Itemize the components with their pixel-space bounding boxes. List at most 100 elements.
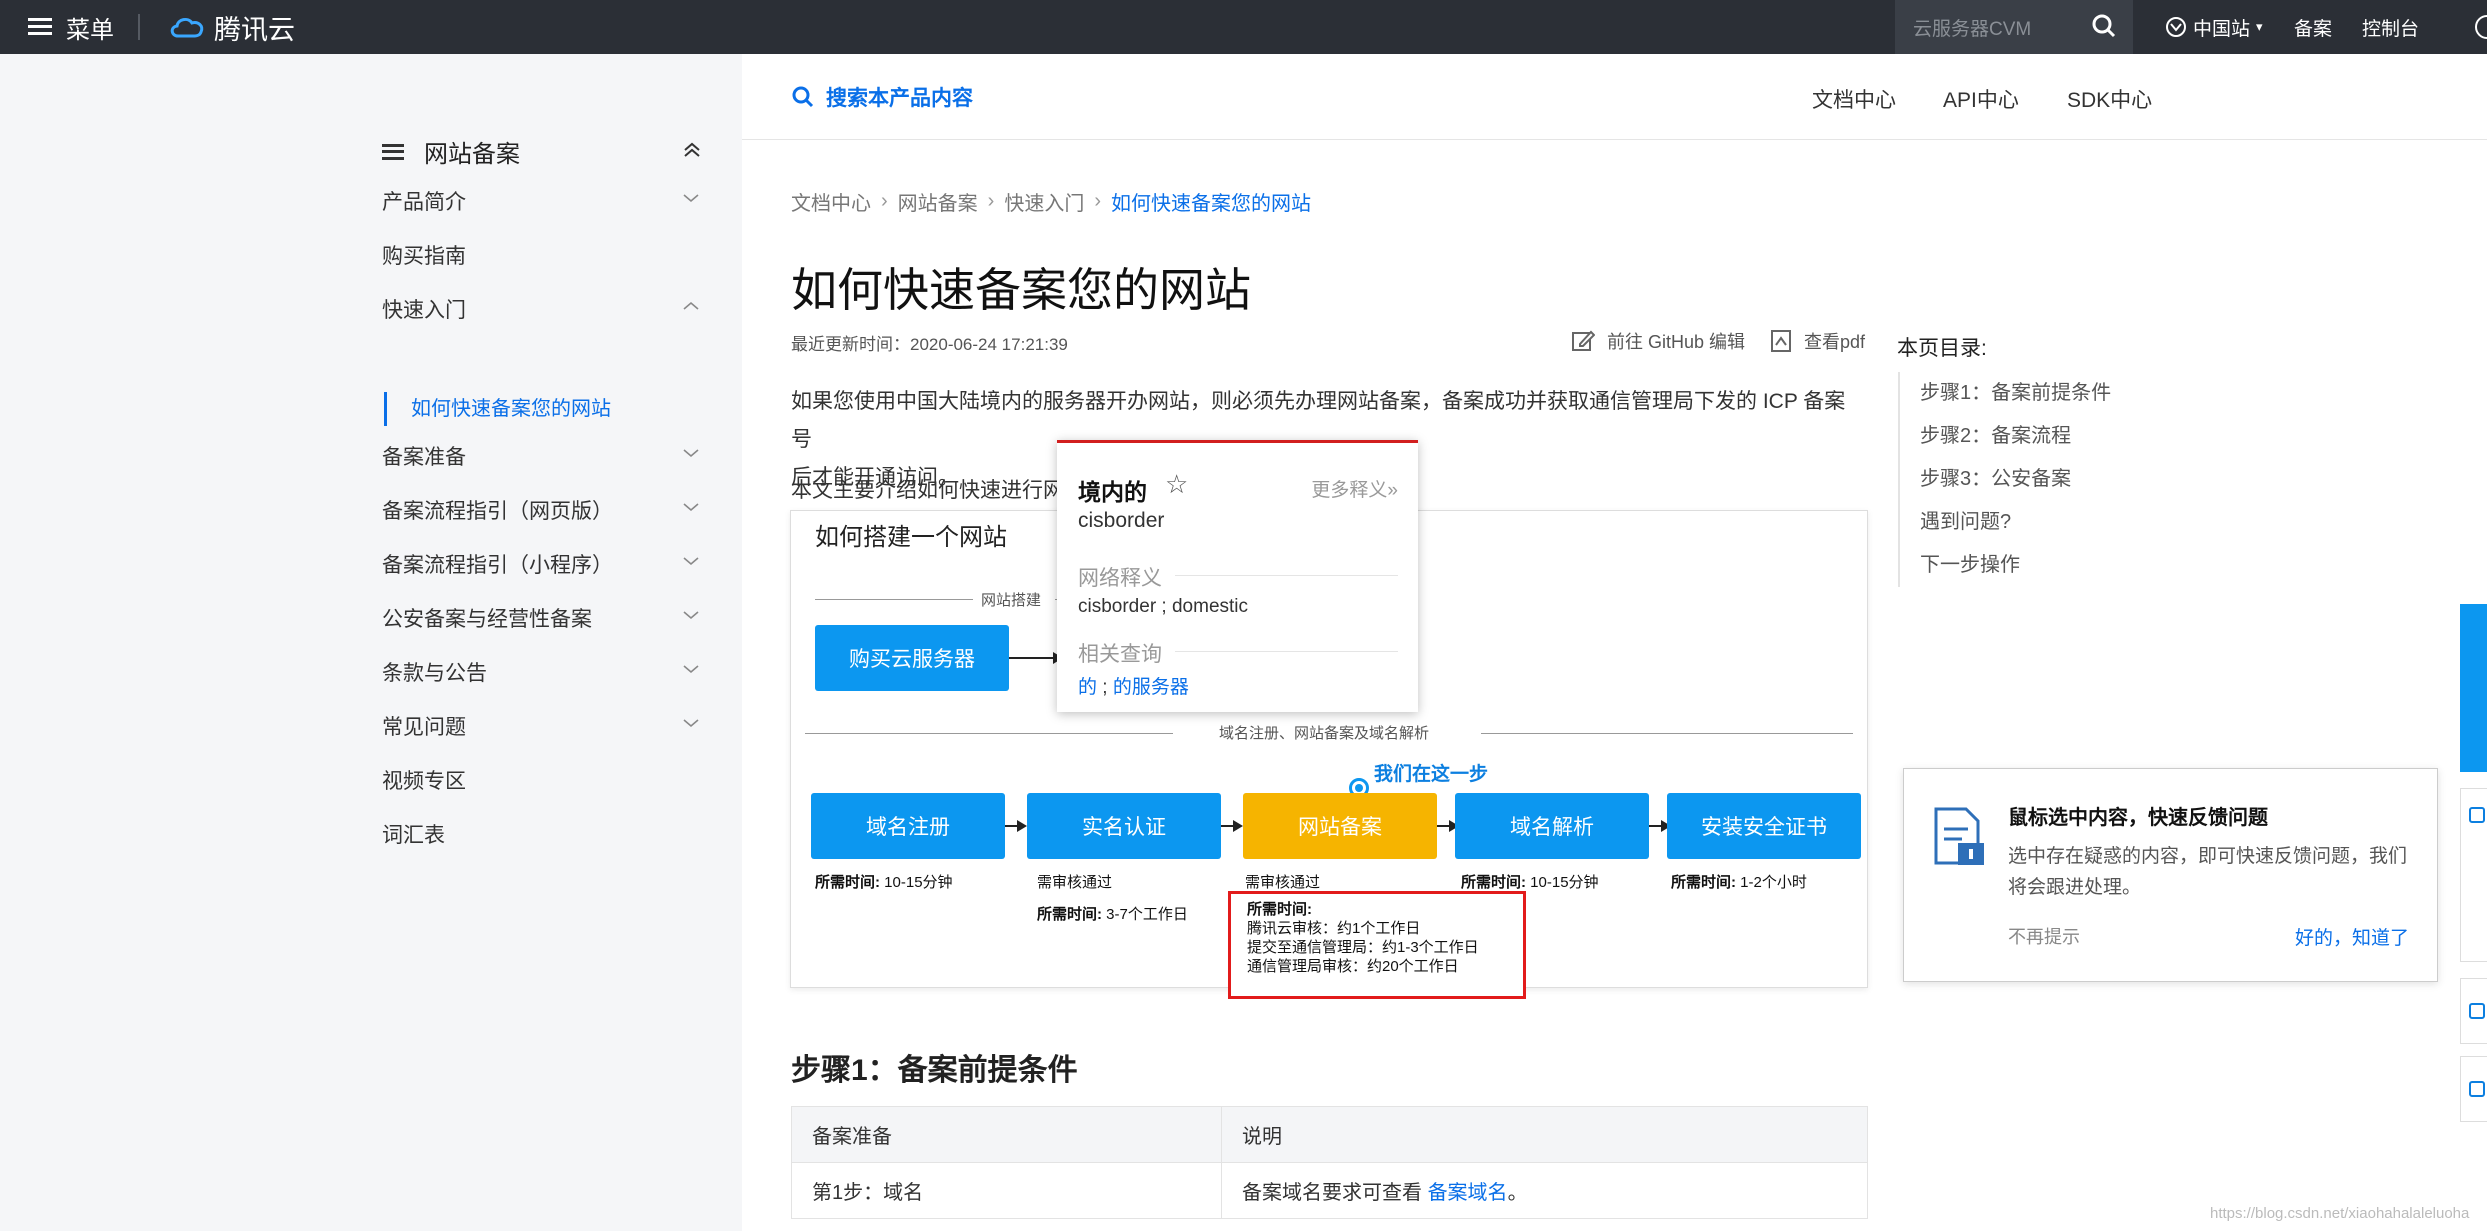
chevron-down-icon[interactable]: [682, 500, 700, 514]
search-icon[interactable]: [2091, 13, 2117, 39]
breadcrumb: 文档中心 › 网站备案 › 快速入门 › 如何快速备案您的网站: [791, 187, 1311, 216]
sidebar-item-faq[interactable]: 常见问题: [382, 711, 466, 741]
popup-translation: cisborder: [1078, 509, 1165, 532]
time-box-line: 腾讯云审核：约1个工作日: [1247, 920, 1421, 937]
table-header: 备案准备: [791, 1106, 1222, 1163]
nav-api-center[interactable]: API中心: [1943, 84, 2019, 114]
menu-button[interactable]: 菜单: [28, 0, 114, 54]
chevron-right-icon: ›: [987, 190, 995, 212]
sidebar-subitem-active[interactable]: 如何快速备案您的网站: [384, 392, 611, 426]
related-link[interactable]: 的: [1078, 677, 1097, 698]
net-definition-label: 网络释义: [1078, 567, 1162, 590]
popup-word: 境内的: [1078, 479, 1147, 505]
last-updated: 最近更新时间：2020-06-24 17:21:39: [791, 335, 1068, 354]
view-pdf-link[interactable]: 查看pdf: [1770, 328, 1865, 354]
product-search-button[interactable]: 搜索本产品内容: [792, 82, 973, 112]
divider: [1481, 733, 1853, 734]
chevron-down-icon[interactable]: [682, 608, 700, 622]
console-link[interactable]: 控制台: [2362, 0, 2419, 54]
we-are-here-label: 我们在这一步: [1374, 764, 1489, 785]
chat-side-tab[interactable]: [2460, 1056, 2487, 1122]
beian-link[interactable]: 备案: [2294, 0, 2332, 54]
divider: [138, 14, 140, 40]
step-note: 所需时间: 3-7个工作日: [1037, 906, 1188, 923]
collapse-icon[interactable]: [682, 140, 702, 160]
chevron-down-icon[interactable]: [682, 662, 700, 676]
global-search[interactable]: 云服务器CVM: [1895, 0, 2133, 54]
dictionary-popup: 境内的 ☆ 更多释义» cisborder 网络释义 cisborder ; d…: [1057, 440, 1418, 712]
toc-item[interactable]: 遇到问题?: [1920, 501, 2111, 544]
step-domain-register: 域名注册: [811, 793, 1005, 859]
beian-time-highlight: 所需时间: 腾讯云审核：约1个工作日 提交至通信管理局：约1-3个工作日 通信管…: [1228, 891, 1526, 999]
breadcrumb-current[interactable]: 如何快速备案您的网站: [1111, 187, 1311, 216]
feedback-side-tab[interactable]: [2460, 788, 2487, 962]
chevron-down-icon[interactable]: [682, 554, 700, 568]
sidebar-item-prep[interactable]: 备案准备: [382, 441, 466, 471]
cloud-icon: [170, 17, 204, 38]
brand-name: 腾讯云: [214, 14, 295, 45]
edit-icon: [1572, 330, 1595, 351]
breadcrumb-item[interactable]: 网站备案: [898, 187, 978, 216]
sidebar-item-web-flow[interactable]: 备案流程指引（网页版）: [382, 495, 613, 525]
promo-side-tab[interactable]: [2460, 604, 2487, 772]
section-heading: 步骤1：备案前提条件: [791, 1054, 1078, 1087]
step-note: 需审核通过: [1037, 874, 1113, 891]
globe-icon: [2166, 17, 2186, 37]
search-icon: [792, 86, 814, 108]
breadcrumb-item[interactable]: 文档中心: [791, 187, 871, 216]
brand-logo[interactable]: 腾讯云: [168, 0, 295, 54]
search-input[interactable]: 云服务器CVM: [1913, 14, 2031, 41]
divider: [1175, 651, 1398, 652]
contact-side-tab[interactable]: [2460, 978, 2487, 1044]
cell-text: 备案域名要求可查看: [1242, 1182, 1428, 1204]
toc-item[interactable]: 下一步操作: [1920, 544, 2111, 587]
arrow: [1005, 820, 1027, 832]
toc-item[interactable]: 步骤1：备案前提条件: [1920, 372, 2111, 415]
table-row: 第1步：域名 备案域名要求可查看 备案域名。: [791, 1162, 1868, 1219]
sidebar-item-police[interactable]: 公安备案与经营性备案: [382, 603, 592, 633]
sidebar-item-purchase[interactable]: 购买指南: [382, 240, 466, 270]
sidebar: 网站备案 产品简介 购买指南 快速入门 如何快速备案您的网站 备案准备 备案流程…: [0, 54, 742, 1231]
toc-item[interactable]: 步骤3：公安备案: [1920, 458, 2111, 501]
nav-sdk-center[interactable]: SDK中心: [2067, 84, 2152, 114]
sidebar-item-glossary[interactable]: 词汇表: [382, 819, 445, 849]
github-edit-link[interactable]: 前往 GitHub 编辑: [1571, 328, 1745, 354]
related-link[interactable]: 的服务器: [1113, 677, 1189, 698]
got-it-button[interactable]: 好的，知道了: [2295, 923, 2409, 950]
sidebar-item-quickstart[interactable]: 快速入门: [382, 294, 466, 324]
section-label: 网站搭建: [981, 592, 1042, 609]
chevron-down-icon[interactable]: [682, 446, 700, 460]
toc-item[interactable]: 步骤2：备案流程: [1920, 415, 2111, 458]
chat-icon: [2469, 1081, 2485, 1097]
star-icon[interactable]: ☆: [1165, 469, 1188, 500]
nav-doc-center[interactable]: 文档中心: [1812, 84, 1896, 114]
menu-icon: [28, 18, 52, 36]
page-title: 如何快速备案您的网站: [791, 264, 1251, 316]
sidebar-item-terms[interactable]: 条款与公告: [382, 657, 487, 687]
chevron-down-icon: ▾: [2256, 19, 2263, 34]
table-of-contents: 步骤1：备案前提条件 步骤2：备案流程 步骤3：公安备案 遇到问题? 下一步操作: [1898, 372, 2111, 587]
region-selector[interactable]: 中国站 ▾: [2165, 0, 2263, 54]
dont-show-again-button[interactable]: 不再提示: [2008, 923, 2080, 949]
sidebar-item-miniapp-flow[interactable]: 备案流程指引（小程序）: [382, 549, 613, 579]
product-search-label: 搜索本产品内容: [826, 87, 973, 110]
user-icon[interactable]: [2474, 14, 2487, 40]
breadcrumb-item[interactable]: 快速入门: [1004, 187, 1084, 216]
sidebar-item-product-intro[interactable]: 产品简介: [382, 186, 466, 216]
section-label: 域名注册、网站备案及域名解析: [1219, 725, 1430, 742]
step-ssl-cert: 安装安全证书: [1667, 793, 1861, 859]
related-label: 相关查询: [1078, 643, 1162, 666]
step-note: 所需时间: 10-15分钟: [815, 874, 953, 891]
more-definitions-link[interactable]: 更多释义»: [1311, 475, 1398, 502]
step-note: 所需时间: 1-2个小时: [1671, 874, 1807, 891]
chevron-down-icon[interactable]: [682, 191, 700, 205]
sidebar-item-video[interactable]: 视频专区: [382, 765, 466, 795]
chevron-up-icon[interactable]: [682, 299, 700, 313]
top-bar: 菜单 腾讯云 云服务器CVM 中国站 ▾ 备案 控制台: [0, 0, 2487, 54]
divider: [815, 599, 973, 600]
related-links: 的 ; 的服务器: [1078, 672, 1189, 699]
content-header: 搜索本产品内容 文档中心 API中心 SDK中心: [742, 54, 2487, 140]
view-pdf-label: 查看pdf: [1804, 332, 1866, 352]
beian-domain-link[interactable]: 备案域名: [1428, 1182, 1508, 1204]
chevron-down-icon[interactable]: [682, 716, 700, 730]
